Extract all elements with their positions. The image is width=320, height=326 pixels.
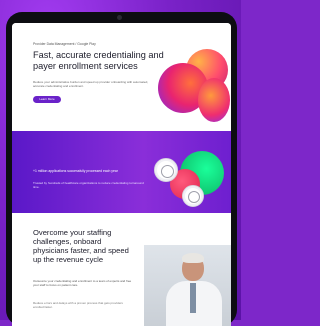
certification-badge [182, 185, 204, 207]
hero-description: Reduce your administrative burden and sp… [33, 80, 149, 88]
tablet-frame: Provider Data Management / Google Play F… [6, 12, 237, 326]
photo-hair [182, 253, 204, 263]
badge-emblem [188, 191, 200, 203]
photo-tie [190, 283, 196, 313]
camera-dot [117, 15, 122, 20]
magenta-orb-graphic [198, 78, 230, 122]
staffing-description-secondary: Reduce errors and delays with a proven p… [33, 301, 123, 310]
staffing-description: Outsource your credentialing and enrollm… [33, 279, 132, 288]
learn-more-button[interactable]: Learn More [33, 96, 61, 103]
staffing-title: Overcome your staffing challenges, onboa… [33, 228, 129, 264]
certification-badge [154, 158, 178, 182]
physician-photo [144, 245, 231, 326]
staffing-section: Overcome your staffing challenges, onboa… [12, 213, 231, 326]
stats-description: Trusted by hundreds of healthcare organi… [33, 181, 144, 189]
hero-title: Fast, accurate credentialing and payer e… [33, 50, 164, 71]
hero-section: Provider Data Management / Google Play F… [12, 23, 231, 131]
tablet-screen: Provider Data Management / Google Play F… [12, 23, 231, 326]
hero-eyebrow: Provider Data Management / Google Play [33, 42, 96, 46]
stats-headline: +1 million applications successfully pro… [33, 169, 118, 173]
badge-emblem [160, 164, 174, 178]
stats-section: +1 million applications successfully pro… [12, 131, 231, 213]
